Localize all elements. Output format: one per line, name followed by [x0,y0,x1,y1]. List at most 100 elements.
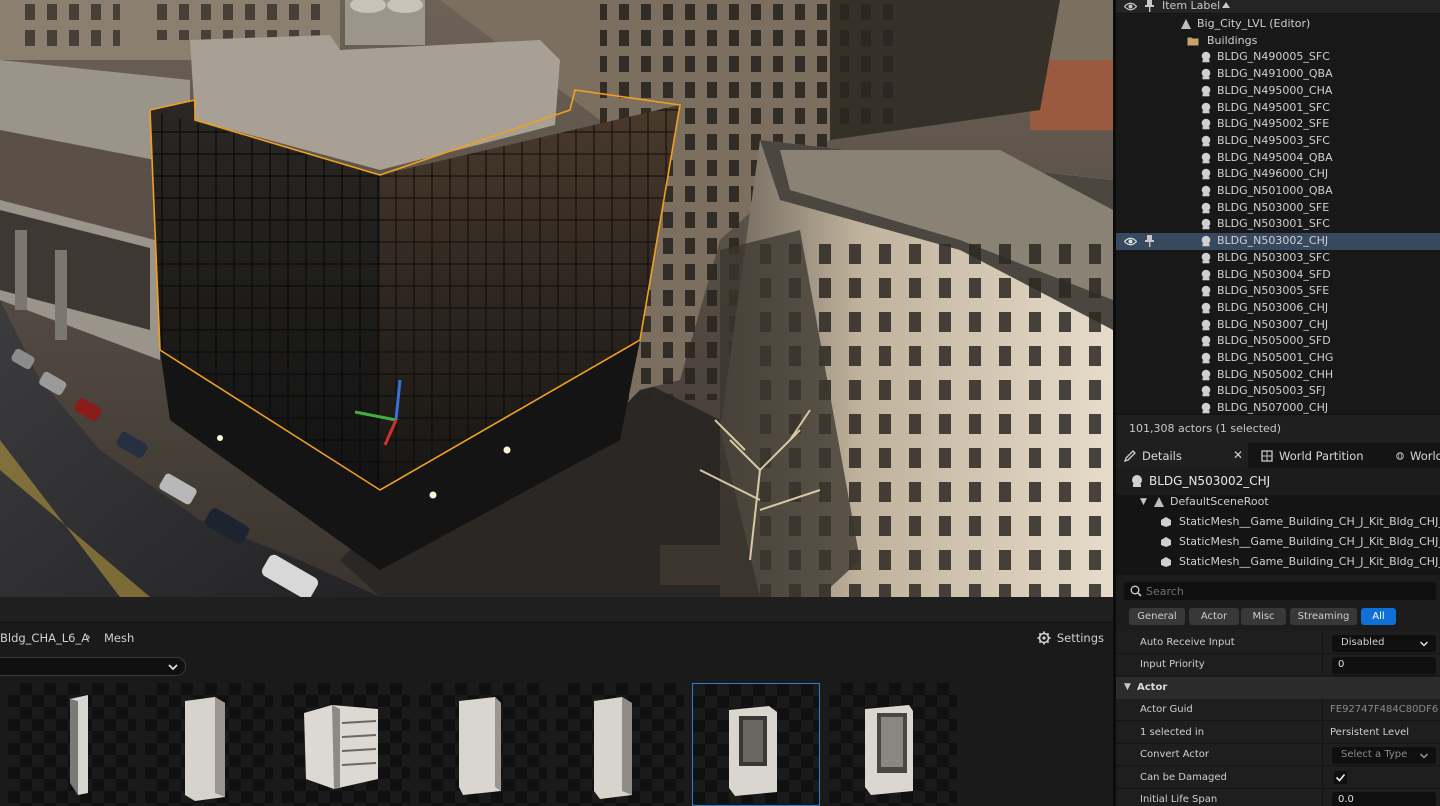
property-selected-in: 1 selected in Persistent Level [1116,722,1440,744]
asset-tile-selected[interactable] [692,683,820,806]
outliner-row[interactable]: BLDG_N503001_SFC [1116,216,1440,233]
outliner-row[interactable]: BLDG_N501000_QBA [1116,183,1440,200]
actor-label: BLDG_N496000_CHJ [1217,167,1329,181]
eye-icon[interactable] [1124,236,1137,247]
asset-tile[interactable] [829,683,957,806]
static-mesh-actor-icon [1201,68,1211,80]
outliner-row[interactable]: BLDG_N503007_CHJ [1116,317,1440,334]
property-auto-receive-input: Auto Receive Input Disabled [1116,632,1440,654]
actor-label: BLDG_N495000_CHA [1217,83,1333,97]
initial-life-span-field[interactable]: 0.0 [1332,792,1436,806]
outliner-row[interactable]: BLDG_N496000_CHJ [1116,166,1440,183]
auto-receive-input-combo[interactable]: Disabled [1332,635,1436,652]
expand-arrow-icon[interactable]: ▼ [1124,682,1131,692]
outliner-row[interactable]: BLDG_N495000_CHA [1116,83,1440,100]
asset-tile[interactable] [419,683,547,806]
outliner-row[interactable]: BLDG_N505002_CHH [1116,367,1440,384]
outliner-row[interactable]: BLDG_N503000_SFE [1116,200,1440,217]
component-row[interactable]: StaticMesh__Game_Building_CH_J_Kit_Bldg_… [1116,552,1440,572]
search-icon [1130,585,1142,597]
actor-label: BLDG_N503006_CHJ [1217,300,1329,314]
section-actor-header[interactable]: ▼ Actor [1116,677,1440,699]
convert-actor-combo[interactable]: Select a Type [1332,747,1436,764]
outliner-header[interactable]: Item Label [1116,0,1440,14]
expand-arrow-icon[interactable]: ▼ [1140,495,1147,512]
actor-label: BLDG_N501000_QBA [1217,184,1333,197]
outliner-row[interactable]: BLDG_N491000_QBA [1116,66,1440,83]
outliner-row[interactable]: BLDG_N503003_SFC [1116,250,1440,267]
static-mesh-actor-icon [1201,402,1211,414]
section-title: Actor [1137,682,1168,693]
property-initial-life-span: Initial Life Span 0.0 [1116,789,1440,806]
outliner-row[interactable]: BLDG_N507000_CHJ [1116,400,1440,414]
right-panel: Item Label Big_City_LVL (Editor) Buildin… [1113,0,1440,806]
tab-world-partition[interactable]: World Partition [1253,443,1388,468]
actor-count-label: 101,308 actors (1 selected) [1129,422,1282,435]
static-mesh-actor-icon [1201,185,1211,197]
actor-label: BLDG_N495004_QBA [1217,150,1333,164]
asset-filter-combo[interactable] [0,657,186,676]
outliner-row[interactable]: BLDG_N495004_QBA [1116,150,1440,167]
filter-general[interactable]: General [1129,608,1185,625]
settings-button[interactable]: Settings [1037,629,1104,647]
filter-streaming[interactable]: Streaming [1290,608,1357,625]
outliner-row[interactable]: BLDG_N505001_CHG [1116,350,1440,367]
outliner-row[interactable]: BLDG_N503004_SFD [1116,267,1440,284]
static-mesh-actor-icon [1201,319,1211,330]
outliner-row[interactable]: BLDG_N495003_SFC [1116,133,1440,150]
outliner-row[interactable]: BLDG_N505000_SFD [1116,333,1440,350]
filter-actor[interactable]: Actor [1189,608,1239,625]
breadcrumb-item[interactable]: Bldg_CHA_L6_A [0,631,89,645]
asset-tile[interactable] [8,683,136,806]
input-priority-field[interactable]: 0 [1332,657,1436,674]
close-tab-icon[interactable]: ✕ [1233,448,1243,462]
filter-misc[interactable]: Misc [1241,608,1286,625]
level-icon [1181,19,1191,29]
tab-details[interactable]: Details ✕ [1116,443,1248,468]
tab-world[interactable]: World [1388,443,1440,468]
breadcrumb-item[interactable]: Mesh [104,631,134,645]
actor-guid-value: FE92747F484C80DF6679A [1330,704,1438,715]
level-viewport[interactable] [0,0,1113,597]
outliner-row[interactable]: BLDG_N503005_SFE [1116,283,1440,300]
property-label: Initial Life Span [1140,794,1218,805]
component-row[interactable]: StaticMesh__Game_Building_CH_J_Kit_Bldg_… [1116,512,1440,532]
item-label-column-header[interactable]: Item Label [1162,0,1220,12]
outliner-row[interactable]: BLDG_N490005_SFC [1116,49,1440,66]
pencil-icon [1124,449,1136,462]
pin-icon[interactable] [1145,0,1154,12]
static-mesh-actor-icon [1201,118,1211,130]
sort-ascending-icon[interactable] [1222,2,1230,8]
mesh-thumbnail-icon [459,697,501,795]
eye-icon[interactable] [1124,1,1137,12]
component-row[interactable]: ▼ DefaultSceneRoot [1116,495,1440,512]
breadcrumb-chevron-icon[interactable]: › [86,630,91,644]
filter-all[interactable]: All [1361,608,1396,625]
outliner-folder-row[interactable]: Buildings [1116,33,1440,50]
details-tab-bar: Details ✕ World Partition World [1116,443,1440,468]
details-search[interactable] [1124,582,1436,600]
viewport-scene [0,0,1113,597]
outliner-row-selected[interactable]: BLDG_N503002_CHJ [1116,233,1440,250]
asset-tile[interactable] [145,683,273,806]
outliner-row[interactable]: BLDG_N495001_SFC [1116,100,1440,117]
outliner-row[interactable]: BLDG_N503006_CHJ [1116,300,1440,317]
asset-tile[interactable] [282,683,410,806]
property-convert-actor: Convert Actor Select a Type [1116,744,1440,766]
actor-name[interactable]: BLDG_N503002_CHJ [1149,474,1270,488]
tab-world-partition-label: World Partition [1279,448,1364,463]
search-input[interactable] [1146,582,1426,600]
field-value: 0 [1338,659,1345,670]
actor-label: BLDG_N490005_SFC [1217,50,1330,64]
static-mesh-actor-icon [1201,152,1211,163]
static-mesh-actor-icon [1201,269,1211,280]
outliner-level-row[interactable]: Big_City_LVL (Editor) [1116,16,1440,33]
outliner-row[interactable]: BLDG_N495002_SFE [1116,116,1440,133]
outliner-row[interactable]: BLDG_N505003_SFJ [1116,383,1440,400]
asset-tile[interactable] [556,683,684,806]
property-label: 1 selected in [1140,727,1205,738]
can-be-damaged-checkbox[interactable] [1334,771,1347,784]
component-row[interactable]: StaticMesh__Game_Building_CH_J_Kit_Bldg_… [1116,532,1440,552]
pin-icon[interactable] [1145,235,1154,248]
actor-name-bar: BLDG_N503002_CHJ [1116,468,1440,495]
